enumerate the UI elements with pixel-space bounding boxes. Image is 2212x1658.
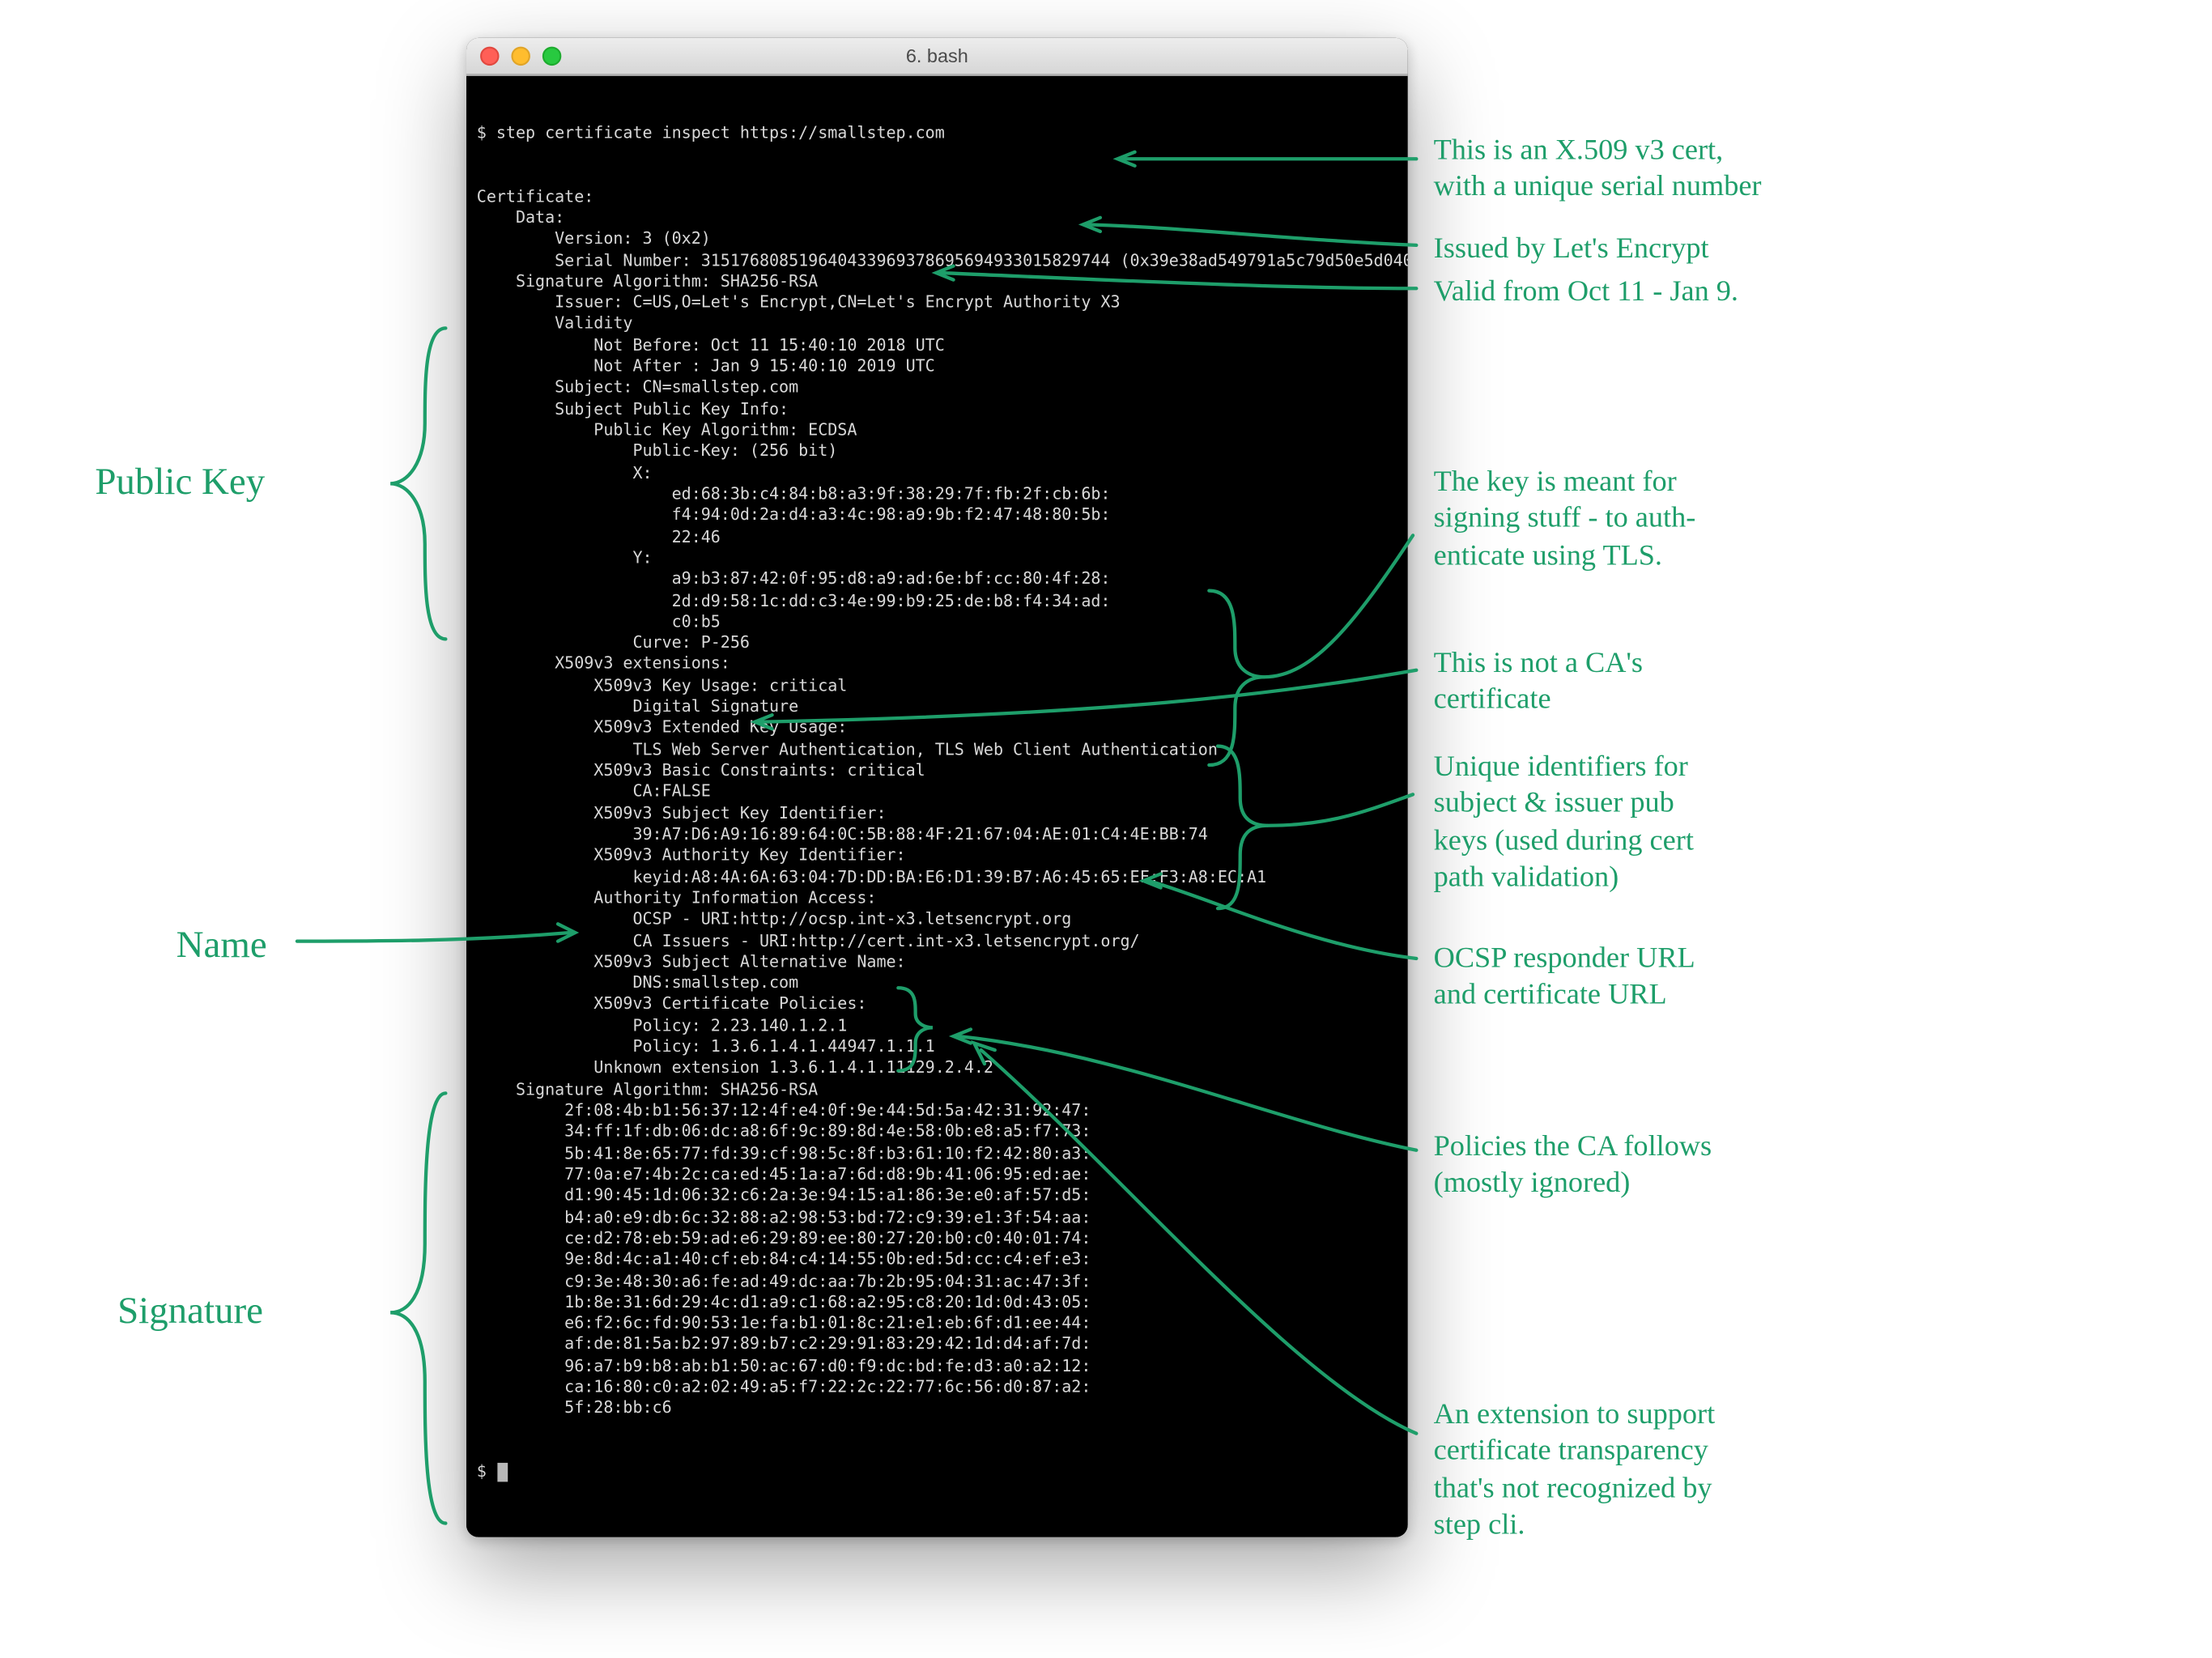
cert-line: 39:A7:D6:A9:16:89:64:0C:5B:88:4F:21:67:0… (477, 826, 1397, 847)
annotation-validity: Valid from Oct 11 - Jan 9. (1434, 273, 1738, 309)
cert-line: 5f:28:bb:c6 (477, 1400, 1397, 1421)
annotation-signature: Signature (117, 1286, 263, 1334)
cert-line: Unknown extension 1.3.6.1.4.1.11129.2.4.… (477, 1060, 1397, 1081)
cert-line: Not After : Jan 9 15:40:10 2019 UTC (477, 358, 1397, 379)
cert-line: X509v3 Certificate Policies: (477, 996, 1397, 1017)
titlebar[interactable]: 6. bash (466, 38, 1408, 76)
cert-line: Policy: 2.23.140.1.2.1 (477, 1017, 1397, 1038)
cert-line: Data: (477, 209, 1397, 230)
cert-line: Subject: CN=smallstep.com (477, 379, 1397, 400)
annotation-keyids: Unique identifiers for subject & issuer … (1434, 748, 1694, 895)
cert-line: DNS:smallstep.com (477, 974, 1397, 995)
cert-line: X: (477, 464, 1397, 485)
annotation-issuer: Issued by Let's Encrypt (1434, 230, 1709, 266)
annotation-ocsp: OCSP responder URL and certificate URL (1434, 940, 1695, 1014)
annotation-policies: Policies the CA follows (mostly ignored) (1434, 1128, 1712, 1201)
cert-line: Signature Algorithm: SHA256-RSA (477, 273, 1397, 294)
cert-line: 5b:41:8e:65:77:fd:39:cf:98:5c:8f:b3:61:1… (477, 1145, 1397, 1166)
cert-line: TLS Web Server Authentication, TLS Web C… (477, 741, 1397, 762)
cert-line: Public Key Algorithm: ECDSA (477, 422, 1397, 443)
annotation-name: Name (177, 920, 267, 968)
terminal-body[interactable]: $ step certificate inspect https://small… (466, 76, 1408, 1537)
cert-line: Certificate: (477, 188, 1397, 209)
cert-line: Policy: 1.3.6.1.4.1.44947.1.1.1 (477, 1038, 1397, 1059)
cert-line: CA:FALSE (477, 783, 1397, 804)
cert-line: X509v3 Authority Key Identifier: (477, 847, 1397, 868)
command-line: $ step certificate inspect https://small… (477, 124, 1397, 145)
cert-line: Not Before: Oct 11 15:40:10 2018 UTC (477, 336, 1397, 357)
cert-line: af:de:81:5a:b2:97:89:b7:c2:29:91:83:29:4… (477, 1336, 1397, 1357)
cert-line: Subject Public Key Info: (477, 400, 1397, 421)
cert-line: d1:90:45:1d:06:32:c6:2a:3e:94:15:a1:86:3… (477, 1187, 1397, 1208)
cert-line: 1b:8e:31:6d:29:4c:d1:a9:c1:68:a2:95:c8:2… (477, 1293, 1397, 1314)
cert-line: Digital Signature (477, 698, 1397, 719)
cert-line: ca:16:80:c0:a2:02:49:a5:f7:22:2c:22:77:6… (477, 1379, 1397, 1400)
terminal-window: 6. bash $ step certificate inspect https… (466, 38, 1408, 1537)
cert-line: b4:a0:e9:db:6c:32:88:a2:98:53:bd:72:c9:3… (477, 1208, 1397, 1229)
cert-line: X509v3 Extended Key Usage: (477, 719, 1397, 740)
cert-line: Curve: P-256 (477, 634, 1397, 655)
cert-line: 96:a7:b9:b8:ab:b1:50:ac:67:d0:f9:dc:bd:f… (477, 1357, 1397, 1378)
cert-line: c9:3e:48:30:a6:fe:ad:49:dc:aa:7b:2b:95:0… (477, 1272, 1397, 1293)
cert-line: X509v3 extensions: (477, 655, 1397, 676)
cert-line: e6:f2:6c:fd:90:53:1e:fa:b1:01:8c:21:e1:e… (477, 1315, 1397, 1336)
cert-line: Issuer: C=US,O=Let's Encrypt,CN=Let's En… (477, 294, 1397, 315)
cert-line: ed:68:3b:c4:84:b8:a3:9f:38:29:7f:fb:2f:c… (477, 485, 1397, 506)
cert-line: 2d:d9:58:1c:dd:c3:4e:99:b9:25:de:b8:f4:3… (477, 592, 1397, 613)
cert-line: X509v3 Key Usage: critical (477, 677, 1397, 698)
cert-line: 22:46 (477, 528, 1397, 549)
cert-line: 77:0a:e7:4b:2c:ca:ed:45:1a:a7:6d:d8:9b:4… (477, 1166, 1397, 1187)
annotation-x509: This is an X.509 v3 cert, with a unique … (1434, 131, 1762, 205)
cert-line: ce:d2:78:eb:59:ad:e6:29:89:ee:80:27:20:b… (477, 1230, 1397, 1251)
cert-line: X509v3 Subject Key Identifier: (477, 804, 1397, 825)
cert-line: Serial Number: 3151768085196404339693786… (477, 251, 1397, 272)
cert-line: Validity (477, 315, 1397, 336)
prompt: $ (477, 1464, 1397, 1485)
cert-line: Authority Information Access: (477, 889, 1397, 910)
cert-line: Public-Key: (256 bit) (477, 443, 1397, 464)
cert-line: Version: 3 (0x2) (477, 230, 1397, 251)
cursor-icon (498, 1464, 508, 1482)
cert-line: CA Issuers - URI:http://cert.int-x3.lets… (477, 932, 1397, 953)
cert-line: 2f:08:4b:b1:56:37:12:4f:e4:0f:9e:44:5d:5… (477, 1102, 1397, 1123)
annotation-notca: This is not a CA's certificate (1434, 644, 1643, 718)
cert-line: Y: (477, 549, 1397, 570)
annotation-ct: An extension to support certificate tran… (1434, 1396, 1716, 1542)
cert-line: f4:94:0d:2a:d4:a3:4c:98:a9:9b:f2:47:48:8… (477, 507, 1397, 528)
cert-line: c0:b5 (477, 613, 1397, 634)
cert-line: X509v3 Subject Alternative Name: (477, 953, 1397, 974)
cert-line: keyid:A8:4A:6A:63:04:7D:DD:BA:E6:D1:39:B… (477, 868, 1397, 889)
cert-line: a9:b3:87:42:0f:95:d8:a9:ad:6e:bf:cc:80:4… (477, 570, 1397, 591)
cert-line: 34:ff:1f:db:06:dc:a8:6f:9c:89:8d:4e:58:0… (477, 1123, 1397, 1144)
cert-line: Signature Algorithm: SHA256-RSA (477, 1081, 1397, 1102)
cert-line: OCSP - URI:http://ocsp.int-x3.letsencryp… (477, 911, 1397, 932)
annotation-keyusage: The key is meant for signing stuff - to … (1434, 463, 1696, 573)
cert-line: 9e:8d:4c:a1:40:cf:eb:84:c4:14:55:0b:ed:5… (477, 1251, 1397, 1272)
window-title: 6. bash (466, 46, 1408, 67)
annotation-public-key: Public Key (95, 457, 265, 505)
cert-line: X509v3 Basic Constraints: critical (477, 762, 1397, 783)
